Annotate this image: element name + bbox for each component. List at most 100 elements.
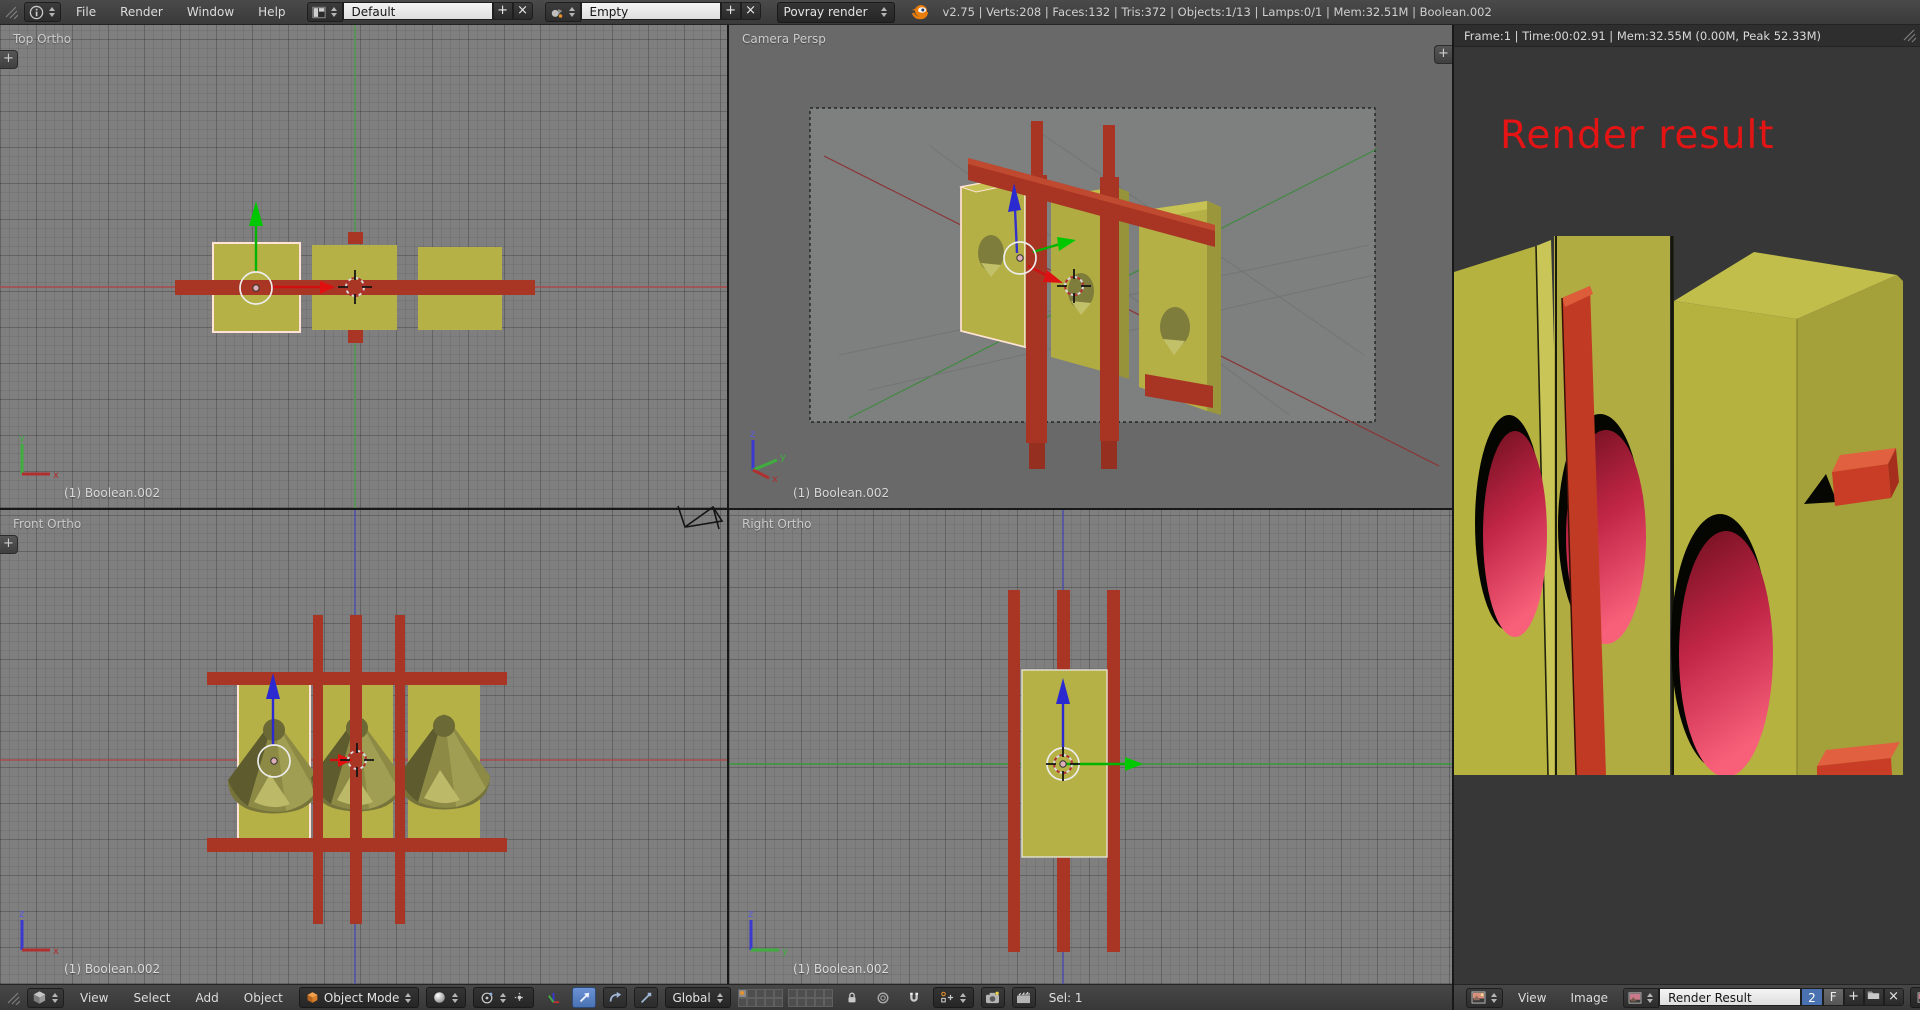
render-engine-select[interactable]: Povray render: [777, 2, 895, 23]
render-opengl-still-button[interactable]: [981, 987, 1005, 1008]
menu-add[interactable]: Add: [187, 991, 228, 1005]
scene-name-field[interactable]: Empty: [581, 2, 721, 20]
image-datablock-group: Render Result 2 F + ×: [1623, 988, 1904, 1008]
toolshelf-expand-button[interactable]: +: [0, 535, 18, 554]
red-bar-object[interactable]: [175, 280, 535, 295]
orientation-label: Global: [672, 991, 710, 1005]
mode-select[interactable]: Object Mode: [299, 987, 420, 1008]
updown-arrows-icon: [331, 7, 337, 17]
svg-text:x: x: [772, 474, 778, 482]
updown-arrows-icon: [569, 7, 575, 17]
viewport-front-ortho[interactable]: Front Ortho + z x (1) Boolean.002: [0, 510, 727, 984]
toolshelf-expand-button[interactable]: +: [0, 50, 18, 69]
render-left-block: [1454, 240, 1566, 775]
image-users-count[interactable]: 2: [1801, 988, 1823, 1006]
image-editor-icon: [1471, 991, 1486, 1004]
render-right-block: [1671, 236, 1903, 775]
cube-object[interactable]: [398, 684, 490, 838]
open-image-button[interactable]: [1864, 988, 1884, 1006]
updown-arrows-icon: [1491, 993, 1497, 1003]
updown-arrows-icon: [960, 993, 966, 1003]
layers-widget[interactable]: [738, 989, 833, 1007]
new-image-button[interactable]: +: [1844, 988, 1864, 1006]
properties-expand-button[interactable]: +: [1434, 45, 1452, 64]
menu-view[interactable]: View: [71, 991, 117, 1005]
scene-selector[interactable]: [545, 2, 581, 22]
image-name-field[interactable]: Render Result: [1659, 988, 1801, 1006]
red-post-section[interactable]: [348, 232, 363, 244]
image-icon: [1917, 992, 1920, 1003]
viewport-top-scene[interactable]: [0, 25, 727, 508]
active-object-info: (1) Boolean.002: [64, 486, 160, 500]
rotate-icon: [608, 991, 622, 1005]
screen-layout-selector[interactable]: [307, 2, 343, 22]
menu-help[interactable]: Help: [249, 5, 294, 19]
viewport-label: Right Ortho: [742, 517, 811, 531]
folder-icon: [1867, 989, 1880, 1000]
editor-type-button-info[interactable]: [24, 2, 61, 22]
viewport-camera-scene[interactable]: [729, 25, 1452, 508]
axis-gizmo: y x: [14, 432, 60, 482]
menu-render[interactable]: Render: [111, 5, 172, 19]
proportional-circle-icon: [876, 991, 890, 1005]
snap-toggle-button[interactable]: [902, 987, 926, 1008]
screen-layout-name-field[interactable]: Default: [343, 2, 493, 20]
info-icon: [29, 5, 44, 20]
image-editor[interactable]: Frame:1 | Time:00:02.91 | Mem:32.55M (0.…: [1454, 25, 1920, 984]
active-object-info: (1) Boolean.002: [793, 962, 889, 976]
scale-manipulator-button[interactable]: [634, 987, 658, 1008]
menu-window[interactable]: Window: [178, 5, 243, 19]
manipulator-toggle-icon[interactable]: [512, 991, 527, 1004]
pivot-point-select[interactable]: [473, 987, 534, 1008]
image-browse-selector[interactable]: [1623, 988, 1659, 1008]
viewport-right-ortho[interactable]: Right Ortho z y (1) Boolean.002: [729, 510, 1452, 984]
red-post-section[interactable]: [348, 330, 363, 343]
snap-element-select[interactable]: [933, 987, 974, 1008]
screen-layout-group: Default + ×: [307, 2, 533, 22]
rotate-manipulator-button[interactable]: [603, 987, 627, 1008]
editor-type-button-3dview[interactable]: [27, 988, 64, 1008]
updown-arrows-icon: [717, 993, 723, 1003]
axis-gizmo: z x: [14, 908, 60, 958]
updown-arrows-icon: [405, 993, 411, 1003]
slot-select[interactable]: View: [1910, 987, 1920, 1008]
add-layout-button[interactable]: +: [493, 2, 513, 20]
delete-scene-button[interactable]: ×: [741, 2, 761, 20]
pivot-icon: [480, 991, 494, 1005]
mode-label: Object Mode: [324, 991, 400, 1005]
manipulator-axes-button[interactable]: [541, 987, 565, 1008]
proportional-edit-button[interactable]: [871, 987, 895, 1008]
menu-image[interactable]: Image: [1561, 991, 1617, 1005]
render-opengl-anim-button[interactable]: [1012, 987, 1036, 1008]
viewport-front-scene[interactable]: [0, 510, 727, 984]
delete-layout-button[interactable]: ×: [513, 2, 533, 20]
menu-view[interactable]: View: [1509, 991, 1555, 1005]
editor-type-button-image[interactable]: [1466, 988, 1503, 1008]
layers-grid-2[interactable]: [788, 989, 833, 1007]
menu-select[interactable]: Select: [124, 991, 179, 1005]
menu-object[interactable]: Object: [235, 991, 292, 1005]
viewport-top-ortho[interactable]: Top Ortho + y x (1) Boolean.002: [0, 25, 727, 508]
lock-to-scene-button[interactable]: [840, 987, 864, 1008]
layers-grid-1[interactable]: [738, 989, 783, 1007]
viewport-shading-select[interactable]: [426, 987, 466, 1008]
scene-statistics: v2.75 | Verts:208 | Faces:132 | Tris:372…: [943, 5, 1492, 19]
scene-icon: [550, 6, 564, 19]
svg-text:x: x: [53, 470, 59, 481]
updown-arrows-icon: [452, 993, 458, 1003]
menu-file[interactable]: File: [67, 5, 105, 19]
transform-orientation-select[interactable]: Global: [665, 987, 730, 1008]
corner-grip-icon[interactable]: [6, 991, 20, 1005]
render-stats-bar: Frame:1 | Time:00:02.91 | Mem:32.55M (0.…: [1454, 25, 1920, 47]
fake-user-button[interactable]: F: [1823, 988, 1844, 1006]
clapperboard-icon: [1016, 991, 1031, 1004]
viewport-camera-persp[interactable]: Camera Persp + z y x (1) Boolean.002: [729, 25, 1452, 508]
viewport-right-scene[interactable]: [729, 510, 1452, 984]
axes-icon: [546, 990, 561, 1005]
rendered-image[interactable]: [1454, 236, 1903, 775]
corner-grip-icon[interactable]: [4, 5, 18, 19]
add-scene-button[interactable]: +: [721, 2, 741, 20]
unlink-image-button[interactable]: ×: [1884, 988, 1904, 1006]
translate-manipulator-button[interactable]: [572, 987, 596, 1008]
corner-grip-icon[interactable]: [1902, 28, 1918, 44]
